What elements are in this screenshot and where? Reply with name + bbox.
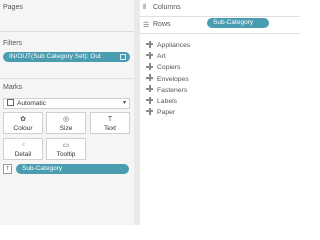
rows-pill-label: Sub-Category bbox=[213, 19, 254, 26]
list-item-label: Art bbox=[157, 53, 166, 61]
filter-pill-label: IN/OUT(Sub Category Set): Out bbox=[9, 53, 101, 60]
list-item-label: Paper bbox=[157, 109, 176, 117]
filter-pill[interactable]: IN/OUT(Sub Category Set): Out bbox=[3, 52, 130, 62]
detail-icon: ⁖ bbox=[20, 142, 26, 149]
expand-plus-icon[interactable] bbox=[146, 107, 153, 115]
list-item-label: Copiers bbox=[157, 64, 181, 72]
filters-title: Filters bbox=[3, 40, 23, 47]
expand-plus-icon[interactable] bbox=[146, 85, 153, 93]
list-item-label: Envelopes bbox=[157, 75, 189, 83]
text-card[interactable]: T Text bbox=[90, 112, 130, 134]
rows-icon: ☰ bbox=[143, 22, 150, 29]
columns-label: Columns bbox=[153, 4, 181, 11]
text-icon: T bbox=[107, 116, 113, 123]
detail-card-label: Detail bbox=[14, 151, 32, 158]
list-item-label: Appliances bbox=[157, 42, 191, 49]
list-item[interactable]: Fasteners bbox=[146, 85, 190, 96]
size-card[interactable]: ◎ Size bbox=[46, 112, 86, 134]
marks-field-pill[interactable]: Sub-Category bbox=[16, 164, 129, 174]
chevron-down-icon: ▾ bbox=[122, 100, 126, 106]
columns-shelf[interactable]: ⦀ Columns bbox=[140, 0, 300, 17]
detail-card[interactable]: ⁖ Detail bbox=[3, 138, 43, 160]
text-card-label: Text bbox=[104, 125, 116, 132]
subcategory-list: Appliances Art Copiers Envelopes Fastene… bbox=[146, 40, 190, 118]
rows-pill[interactable]: Sub-Category bbox=[207, 18, 269, 28]
list-item[interactable]: Appliances bbox=[146, 40, 190, 51]
text-mark-icon: T bbox=[3, 164, 12, 174]
colour-card-label: Colour bbox=[13, 125, 33, 132]
pages-title: Pages bbox=[3, 4, 23, 11]
list-item[interactable]: Paper bbox=[146, 107, 190, 118]
marks-title: Marks bbox=[3, 84, 23, 91]
tooltip-card-label: Tooltip bbox=[56, 151, 76, 158]
list-item-label: Fasteners bbox=[157, 86, 188, 94]
mark-type-icon bbox=[7, 98, 14, 106]
size-card-label: Size bbox=[59, 125, 73, 132]
expand-plus-icon[interactable] bbox=[146, 40, 153, 48]
list-item[interactable]: Labels bbox=[146, 96, 190, 107]
list-item[interactable]: Envelopes bbox=[146, 74, 190, 85]
tooltip-card[interactable]: ▭ Tooltip bbox=[46, 138, 86, 160]
tooltip-icon: ▭ bbox=[62, 142, 70, 149]
expand-plus-icon[interactable] bbox=[146, 74, 153, 82]
size-icon: ◎ bbox=[62, 116, 70, 123]
set-icon bbox=[120, 53, 126, 60]
list-item[interactable]: Art bbox=[146, 51, 190, 62]
marks-field-label: Sub-Category bbox=[22, 165, 63, 172]
rows-label: Rows bbox=[153, 21, 171, 28]
filters-divider bbox=[0, 78, 134, 79]
palette-icon: ✿ bbox=[20, 116, 26, 123]
list-item-label: Labels bbox=[157, 97, 178, 105]
expand-plus-icon[interactable] bbox=[146, 63, 153, 71]
columns-icon: ⦀ bbox=[143, 4, 147, 11]
expand-plus-icon[interactable] bbox=[146, 51, 153, 59]
mark-type-dropdown[interactable]: Automatic ▾ bbox=[3, 98, 130, 109]
list-item[interactable]: Copiers bbox=[146, 62, 190, 73]
pages-divider bbox=[0, 31, 134, 32]
colour-card[interactable]: ✿ Colour bbox=[3, 112, 43, 134]
mark-type-label: Automatic bbox=[17, 100, 46, 107]
left-panel: Pages Filters IN/OUT(Sub Category Set): … bbox=[0, 0, 134, 225]
expand-plus-icon[interactable] bbox=[146, 96, 153, 104]
